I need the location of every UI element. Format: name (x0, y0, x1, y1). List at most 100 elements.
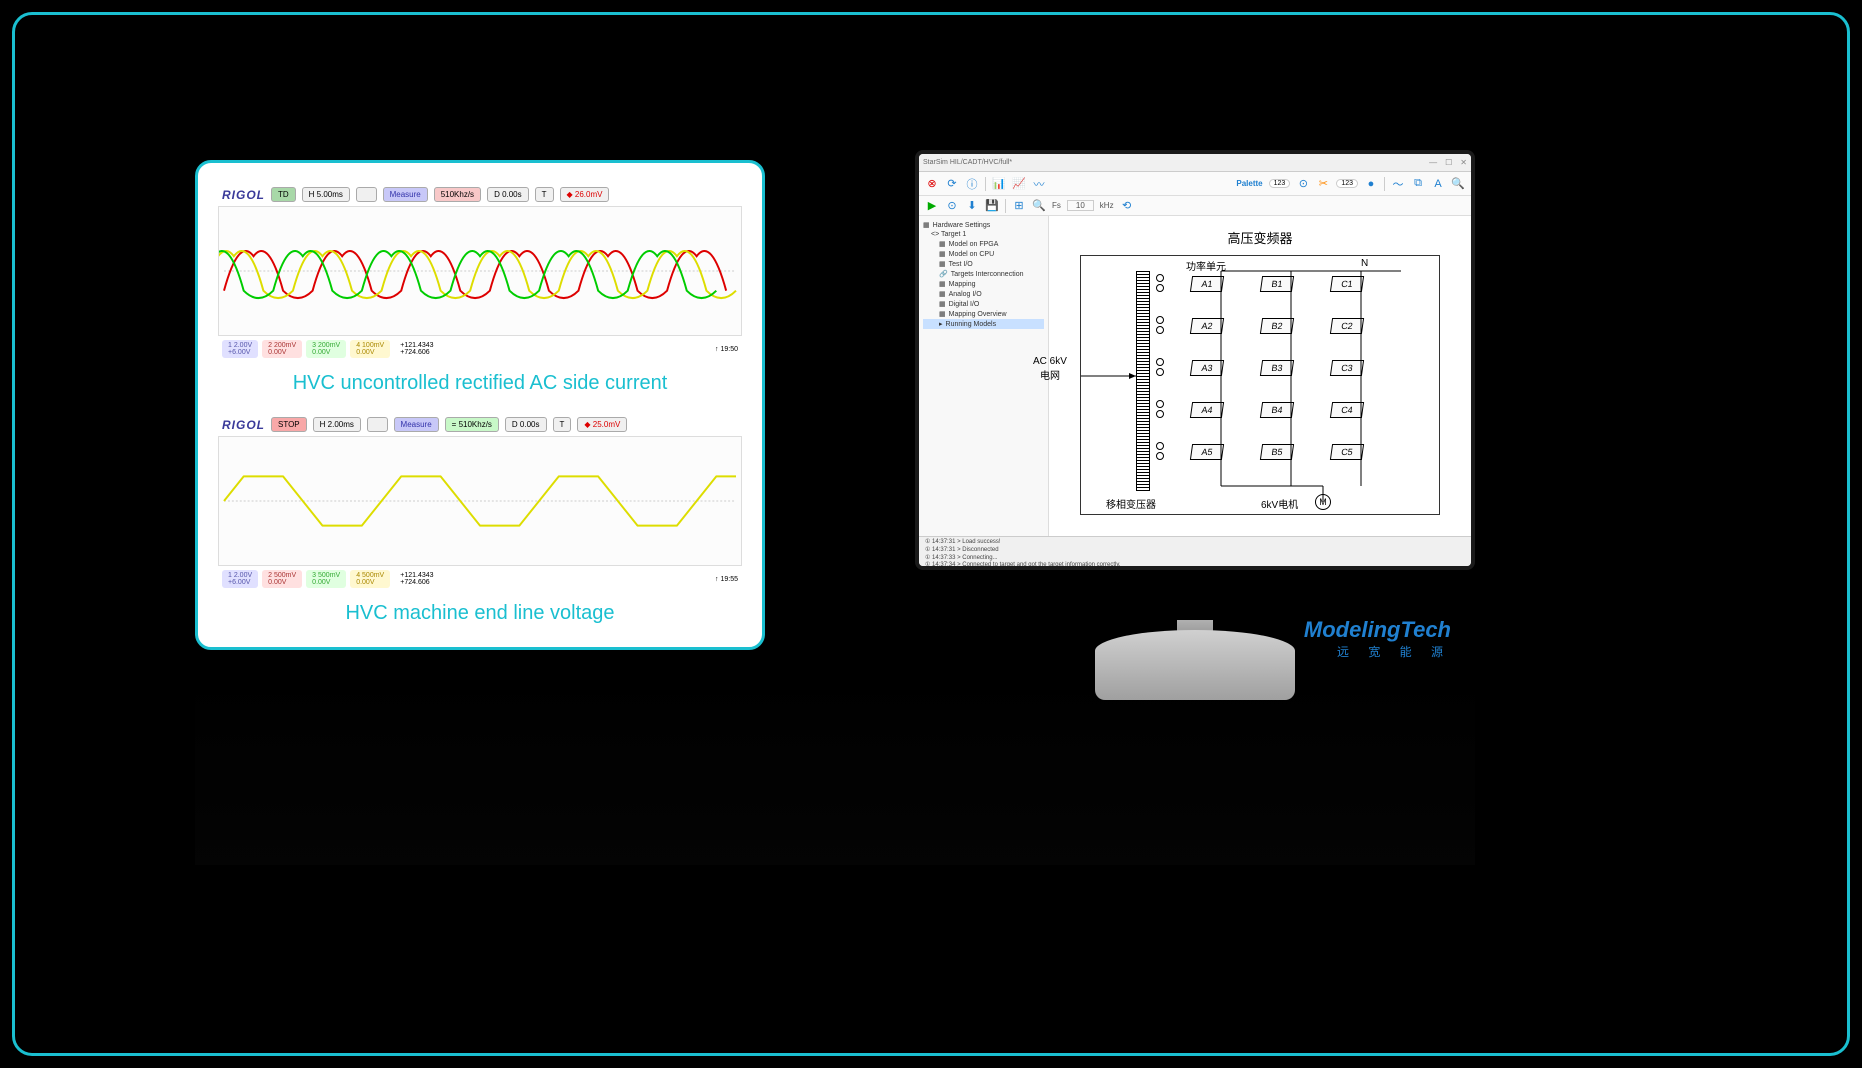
scope1-footer: 1 2.00V+6.00V 2 200mV0.00V 3 200mV0.00V … (218, 336, 742, 362)
fs-value[interactable]: 10 (1067, 200, 1094, 211)
info-icon[interactable]: ⓘ (965, 177, 979, 191)
app-body: ▦ Hardware Settings <> Target 1 ▦Model o… (919, 216, 1471, 536)
scope1-ch2[interactable]: 2 200mV0.00V (262, 340, 302, 358)
scope1-waveform (218, 206, 742, 336)
tree-item-digital-i/o[interactable]: ▦Digital I/O (923, 299, 1044, 309)
monitor-screen: StarSim HIL/CADT/HVC/full* — ☐ ✕ ⊗ ⟳ ⓘ 📊… (915, 150, 1475, 570)
fs-label: Fs (1052, 201, 1061, 210)
scope2-ch1[interactable]: 1 2.00V+6.00V (222, 570, 258, 588)
sync-icon[interactable]: ⟲ (1120, 199, 1134, 213)
app-canvas[interactable]: 高压变频器 AC 6kV电网 功率单元 N A1B1C1A2B2C2A3B3C3… (1049, 216, 1471, 536)
circuit-diagram: AC 6kV电网 功率单元 N A1B1C1A2B2C2A3B3C3A4B4C4… (1080, 255, 1440, 515)
item-icon: 🔗 (939, 270, 948, 278)
app-toolbar: ⊗ ⟳ ⓘ 📊 📈 〰 Palette 123 ⊙ ✂ 123 ● 〜 ⧉ A … (919, 172, 1471, 196)
tree-item-mapping-overview[interactable]: ▦Mapping Overview (923, 309, 1044, 319)
scope2-footer: 1 2.00V+6.00V 2 500mV0.00V 3 500mV0.00V … (218, 566, 742, 592)
scope-panel-1: RIGOL TD H 5.00ms Measure 510Khz/s D 0.0… (218, 183, 742, 362)
rigol-logo-2: RIGOL (222, 418, 265, 432)
minimize-icon[interactable]: — (1429, 158, 1437, 167)
app-console: ① 14:37:31 > Load success!① 14:37:31 > D… (919, 536, 1471, 570)
app-toolbar-2: ▶ ⊙ ⬇ 💾 ⊞ 🔍 Fs 10 kHz ⟲ (919, 196, 1471, 216)
scope1-ch1[interactable]: 1 2.00V+6.00V (222, 340, 258, 358)
console-line: ① 14:37:31 > Load success! (925, 539, 1465, 547)
chart2-icon[interactable]: 📈 (1012, 177, 1026, 191)
console-line: ① 14:37:34 > Connected to target and got… (925, 562, 1465, 570)
fs-unit: kHz (1100, 201, 1114, 210)
record-icon[interactable]: ⊙ (945, 199, 959, 213)
scope1-measure[interactable]: Measure (383, 187, 428, 202)
scope-panel-2: RIGOL STOP H 2.00ms Measure = 510Khz/s D… (218, 413, 742, 592)
scope2-ch4[interactable]: 4 500mV0.00V (350, 570, 390, 588)
expand-icon[interactable]: ⊞ (1012, 199, 1026, 213)
scope1-hdiv[interactable]: H 5.00ms (302, 187, 350, 202)
scope1-header: RIGOL TD H 5.00ms Measure 510Khz/s D 0.0… (218, 183, 742, 206)
chart-icon[interactable]: 📊 (992, 177, 1006, 191)
item-icon: ▦ (939, 310, 946, 318)
text-icon[interactable]: A (1431, 177, 1445, 191)
scope1-trig[interactable]: ◆ 26.0mV (560, 187, 610, 202)
scope2-measure[interactable]: Measure (394, 417, 439, 432)
scope2-ch3[interactable]: 3 500mV0.00V (306, 570, 346, 588)
tree-item-running-models[interactable]: ▸Running Models (923, 319, 1044, 329)
scope1-blank (356, 187, 377, 202)
plot-icon[interactable]: 〰 (1032, 177, 1046, 191)
tree-item-targets-interconnection[interactable]: 🔗Targets Interconnection (923, 269, 1044, 279)
scope1-stats: +121.4343+724.606 (394, 340, 439, 358)
folder-icon: ▦ (923, 221, 930, 229)
scope2-mode[interactable]: STOP (271, 417, 307, 432)
tree-item-model-on-cpu[interactable]: ▦Model on CPU (923, 249, 1044, 259)
toggle-icon[interactable]: ⊙ (1296, 177, 1310, 191)
reflection (195, 665, 1475, 865)
main-frame: RIGOL TD H 5.00ms Measure 510Khz/s D 0.0… (12, 12, 1850, 1056)
scope1-khz: 510Khz/s (434, 187, 481, 202)
save-icon[interactable]: 💾 (985, 199, 999, 213)
monitor: StarSim HIL/CADT/HVC/full* — ☐ ✕ ⊗ ⟳ ⓘ 📊… (915, 150, 1475, 620)
crop-icon[interactable]: ⧉ (1411, 177, 1425, 191)
item-icon: ▦ (939, 240, 946, 248)
separator (985, 177, 986, 191)
close-project-icon[interactable]: ⊗ (925, 177, 939, 191)
scope2-t[interactable]: T (553, 417, 572, 432)
scope2-header: RIGOL STOP H 2.00ms Measure = 510Khz/s D… (218, 413, 742, 436)
close-icon[interactable]: ✕ (1460, 158, 1467, 167)
scope2-stats: +121.4343+724.606 (394, 570, 439, 588)
scope1-t[interactable]: T (535, 187, 554, 202)
scope2-d[interactable]: D 0.00s (505, 417, 547, 432)
tree-target[interactable]: <> Target 1 (923, 230, 1044, 239)
item-icon: ▦ (939, 290, 946, 298)
diagram-title: 高压变频器 (1059, 228, 1461, 247)
app-titlebar: StarSim HIL/CADT/HVC/full* — ☐ ✕ (919, 154, 1471, 172)
scope2-ch2[interactable]: 2 500mV0.00V (262, 570, 302, 588)
tree-item-mapping[interactable]: ▦Mapping (923, 279, 1044, 289)
ac-label: AC 6kV电网 (1033, 356, 1067, 382)
oscilloscope-card: RIGOL TD H 5.00ms Measure 510Khz/s D 0.0… (195, 160, 765, 650)
search-icon[interactable]: 🔍 (1032, 199, 1046, 213)
rigol-logo: RIGOL (222, 188, 265, 202)
count-badge-1: 123 (1269, 179, 1291, 188)
scope2-trig[interactable]: ◆ 25.0mV (577, 417, 627, 432)
brand-name: ModelingTech (1304, 617, 1451, 643)
scope1-caption: HVC uncontrolled rectified AC side curre… (218, 372, 742, 395)
scope2-blank (367, 417, 388, 432)
scissors-icon[interactable]: ✂ (1316, 177, 1330, 191)
tree-item-model-on-fpga[interactable]: ▦Model on FPGA (923, 239, 1044, 249)
item-icon: ▦ (939, 300, 946, 308)
palette-label[interactable]: Palette (1236, 179, 1262, 188)
tree-item-test-i/o[interactable]: ▦Test I/O (923, 259, 1044, 269)
scope2-caption: HVC machine end line voltage (218, 602, 742, 625)
dot-icon[interactable]: ● (1364, 177, 1378, 191)
maximize-icon[interactable]: ☐ (1445, 158, 1452, 167)
download-icon[interactable]: ⬇ (965, 199, 979, 213)
scope1-ch4[interactable]: 4 100mV0.00V (350, 340, 390, 358)
zoom-icon[interactable]: 🔍 (1451, 177, 1465, 191)
play-icon[interactable]: ▶ (925, 199, 939, 213)
waveform-tool-icon[interactable]: 〜 (1391, 177, 1405, 191)
scope1-mode[interactable]: TD (271, 187, 296, 202)
tree-root[interactable]: ▦ Hardware Settings (923, 220, 1044, 230)
tree-item-analog-i/o[interactable]: ▦Analog I/O (923, 289, 1044, 299)
refresh-icon[interactable]: ⟳ (945, 177, 959, 191)
scope2-hdiv[interactable]: H 2.00ms (313, 417, 361, 432)
brand-sub: 远 宽 能 源 (1304, 643, 1451, 660)
scope1-d[interactable]: D 0.00s (487, 187, 529, 202)
scope1-ch3[interactable]: 3 200mV0.00V (306, 340, 346, 358)
